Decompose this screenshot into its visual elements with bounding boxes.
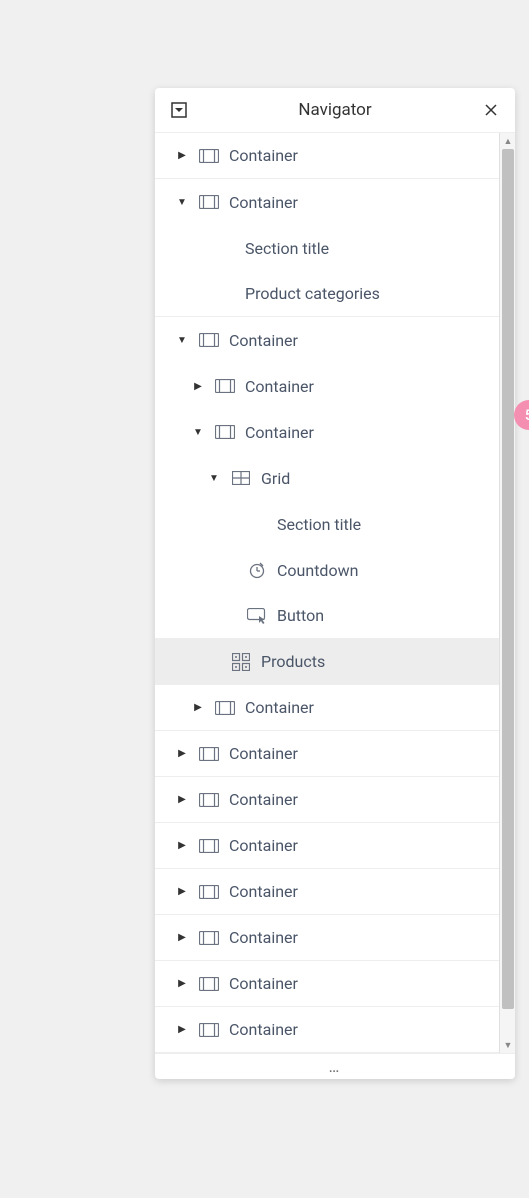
container-icon — [215, 422, 235, 442]
tree-item[interactable]: ▶ Container — [155, 685, 499, 731]
tree-item-label: Container — [229, 790, 298, 809]
tree-item[interactable]: ▶ Container — [155, 961, 499, 1007]
caret-right-icon[interactable]: ▶ — [173, 1024, 191, 1035]
scrollbar[interactable]: ▲ ▼ — [499, 133, 515, 1053]
container-icon — [199, 882, 219, 902]
products-icon — [231, 652, 251, 672]
tree-item-label: Grid — [261, 469, 290, 488]
tree-item-label: Section title — [245, 239, 329, 258]
tree-item-label: Container — [229, 836, 298, 855]
tree-item[interactable]: ▼ Container — [155, 317, 499, 363]
panel-title: Navigator — [189, 100, 481, 120]
container-icon — [199, 974, 219, 994]
tree-item-label: Countdown — [277, 561, 358, 580]
tree-item-label: Product categories — [245, 284, 380, 303]
caret-down-icon[interactable]: ▼ — [173, 335, 191, 346]
container-icon — [199, 744, 219, 764]
tree-item-label: Container — [245, 698, 314, 717]
tree-item-label: Container — [229, 974, 298, 993]
caret-down-icon[interactable]: ▼ — [173, 197, 191, 208]
caret-right-icon[interactable]: ▶ — [173, 932, 191, 943]
tree-item-label: Container — [229, 882, 298, 901]
tree-item[interactable]: ▶ Container — [155, 1007, 499, 1053]
container-icon — [199, 1020, 219, 1040]
caret-right-icon[interactable]: ▶ — [173, 794, 191, 805]
scroll-up-arrow[interactable]: ▲ — [500, 133, 516, 149]
tree-item[interactable]: ▶Section title — [155, 501, 499, 547]
scrollbar-thumb[interactable] — [502, 149, 514, 1009]
tree-item[interactable]: ▶Product categories — [155, 271, 499, 317]
scroll-down-arrow[interactable]: ▼ — [500, 1037, 516, 1053]
tree-item[interactable]: ▶ Container — [155, 823, 499, 869]
tree-item[interactable]: ▼ Grid — [155, 455, 499, 501]
close-button[interactable] — [481, 100, 501, 120]
tree-item[interactable]: ▶ Container — [155, 363, 499, 409]
caret-right-icon[interactable]: ▶ — [189, 702, 207, 713]
tree-item[interactable]: ▶ Container — [155, 915, 499, 961]
tree-item[interactable]: ▼ Container — [155, 179, 499, 225]
caret-right-icon[interactable]: ▶ — [173, 150, 191, 161]
container-icon — [199, 146, 219, 166]
caret-right-icon[interactable]: ▶ — [173, 886, 191, 897]
grid-icon — [231, 468, 251, 488]
tree-item-label: Container — [229, 928, 298, 947]
tree-wrapper: ▶Container▼Container▶Section title▶Produ… — [155, 133, 515, 1053]
caret-right-icon[interactable]: ▶ — [173, 840, 191, 851]
tree-item-label: Products — [261, 652, 325, 671]
countdown-icon — [247, 560, 267, 580]
tree-item[interactable]: ▶Button — [155, 593, 499, 639]
resize-handle[interactable]: … — [155, 1053, 515, 1079]
badge-count: 5 — [525, 406, 529, 424]
tree-item-label: Container — [245, 423, 314, 442]
caret-right-icon[interactable]: ▶ — [173, 748, 191, 759]
tree-item[interactable]: ▶ Container — [155, 731, 499, 777]
button-icon — [247, 606, 267, 626]
caret-down-icon[interactable]: ▼ — [189, 427, 207, 438]
tree-item-label: Container — [229, 146, 298, 165]
caret-right-icon[interactable]: ▶ — [189, 381, 207, 392]
container-icon — [199, 928, 219, 948]
tree-item-label: Container — [229, 1020, 298, 1039]
tree-item[interactable]: ▶Section title — [155, 225, 499, 271]
tree-item-label: Container — [229, 193, 298, 212]
tree-item[interactable]: ▶Countdown — [155, 547, 499, 593]
container-icon — [199, 330, 219, 350]
tree-item[interactable]: ▼ Container — [155, 409, 499, 455]
tree-item-label: Container — [229, 744, 298, 763]
navigator-panel: Navigator ▶Container▼Container▶Section t… — [155, 88, 515, 1079]
tree-item-label: Button — [277, 606, 324, 625]
container-icon — [199, 192, 219, 212]
tree-item[interactable]: ▶ Container — [155, 869, 499, 915]
navigator-header: Navigator — [155, 88, 515, 133]
container-icon — [199, 790, 219, 810]
caret-down-icon[interactable]: ▼ — [205, 473, 223, 484]
container-icon — [215, 376, 235, 396]
tree-item-label: Container — [229, 331, 298, 350]
collapse-dropdown-button[interactable] — [169, 100, 189, 120]
caret-right-icon[interactable]: ▶ — [173, 978, 191, 989]
notification-badge[interactable]: 5 — [514, 400, 529, 430]
tree-item[interactable]: ▶ Container — [155, 777, 499, 823]
container-icon — [199, 836, 219, 856]
container-icon — [215, 698, 235, 718]
tree-item-label: Container — [245, 377, 314, 396]
tree-item-label: Section title — [277, 515, 361, 534]
tree-item[interactable]: ▶Products — [155, 639, 499, 685]
tree-item[interactable]: ▶ Container — [155, 133, 499, 179]
element-tree[interactable]: ▶Container▼Container▶Section title▶Produ… — [155, 133, 499, 1053]
